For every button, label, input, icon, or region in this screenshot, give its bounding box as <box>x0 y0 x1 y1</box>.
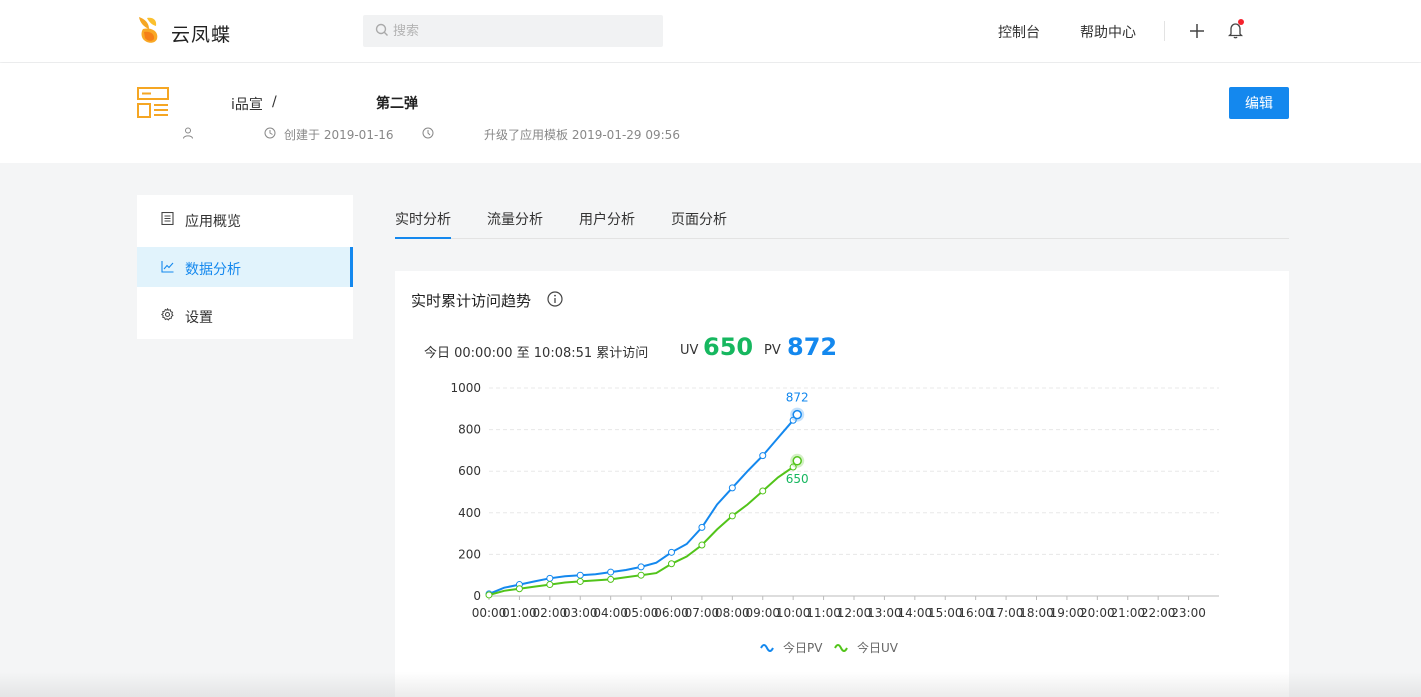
y-tick-label: 400 <box>458 506 481 520</box>
pv-end-label: 872 <box>786 391 809 405</box>
breadcrumb-separator: / <box>272 94 277 110</box>
x-tick-label: 20:00 <box>1080 606 1115 620</box>
x-tick-label: 15:00 <box>928 606 963 620</box>
x-tick-label: 12:00 <box>837 606 872 620</box>
data-point <box>759 452 767 460</box>
x-tick-label: 08:00 <box>715 606 750 620</box>
x-tick-label: 05:00 <box>624 606 659 620</box>
x-tick-label: 23:00 <box>1171 606 1206 620</box>
x-tick-label: 21:00 <box>1110 606 1145 620</box>
data-point <box>728 484 736 492</box>
data-point <box>637 563 645 571</box>
edit-button[interactable]: 编辑 <box>1229 87 1289 119</box>
data-point <box>792 456 802 466</box>
sidebar: 应用概览 数据分析 设置 <box>137 195 353 339</box>
analysis-tabs: 实时分析 流量分析 用户分析 页面分析 <box>395 195 1289 239</box>
plus-icon[interactable] <box>1189 23 1205 39</box>
x-tick-label: 14:00 <box>898 606 933 620</box>
x-tick-label: 04:00 <box>593 606 628 620</box>
history-icon <box>422 127 434 139</box>
data-point <box>576 571 584 579</box>
user-icon <box>183 127 193 139</box>
x-tick-label: 16:00 <box>958 606 993 620</box>
tab-pages[interactable]: 页面分析 <box>671 209 727 239</box>
data-point <box>485 591 493 599</box>
sidebar-item-settings[interactable]: 设置 <box>137 295 353 335</box>
search-input[interactable] <box>393 15 653 47</box>
brand-name: 云凤蝶 <box>171 24 232 46</box>
y-tick-label: 0 <box>473 589 481 603</box>
data-point <box>668 548 675 556</box>
y-tick-label: 1000 <box>450 381 481 395</box>
sidebar-item-data-analysis[interactable]: 数据分析 <box>137 247 353 287</box>
data-point <box>728 512 736 520</box>
top-bar: 云凤蝶 控制台 帮助中心 <box>0 0 1421 62</box>
tab-users[interactable]: 用户分析 <box>579 209 635 239</box>
sidebar-item-label: 设置 <box>185 310 213 326</box>
x-tick-label: 22:00 <box>1141 606 1176 620</box>
notification-dot <box>1238 19 1244 25</box>
x-tick-label: 17:00 <box>989 606 1024 620</box>
tab-realtime[interactable]: 实时分析 <box>395 209 451 239</box>
console-link[interactable]: 控制台 <box>998 22 1040 42</box>
y-tick-label: 600 <box>458 464 481 478</box>
x-tick-label: 19:00 <box>1050 606 1085 620</box>
overview-icon <box>161 212 174 225</box>
x-tick-label: 03:00 <box>563 606 598 620</box>
data-point <box>668 560 675 568</box>
uv-end-label: 650 <box>786 472 809 486</box>
clock-icon <box>264 127 276 139</box>
tab-traffic[interactable]: 流量分析 <box>487 209 543 239</box>
x-tick-label: 01:00 <box>502 606 537 620</box>
y-tick-label: 800 <box>458 423 481 437</box>
data-point <box>515 585 523 593</box>
x-tick-label: 06:00 <box>654 606 689 620</box>
upgrade-info: 升级了应用模板 2019-01-29 09:56 <box>484 128 680 142</box>
x-tick-label: 00:00 <box>472 606 507 620</box>
data-point <box>546 574 554 582</box>
search-icon <box>375 23 388 36</box>
trend-card: 实时累计访问趋势 今日 00:00:00 至 10:08:51 累计访问 UV … <box>395 271 1289 697</box>
sidebar-item-overview[interactable]: 应用概览 <box>137 199 353 239</box>
data-point <box>576 577 584 585</box>
data-point <box>792 409 802 420</box>
data-point <box>637 571 645 579</box>
sidebar-item-label: 应用概览 <box>185 214 241 230</box>
app-template-icon <box>137 87 169 118</box>
line-chart-icon <box>161 261 174 273</box>
data-point <box>546 581 554 589</box>
data-point <box>607 568 615 576</box>
x-tick-label: 10:00 <box>776 606 811 620</box>
x-tick-label: 11:00 <box>806 606 841 620</box>
legend-uv-icon <box>834 644 848 652</box>
x-tick-label: 13:00 <box>867 606 902 620</box>
data-point <box>698 523 706 531</box>
data-point <box>759 487 767 495</box>
search-box[interactable] <box>363 15 663 47</box>
trend-chart: 0 200 400 600 800 1000 00:0001:0002:0003:0004:… <box>450 381 1219 655</box>
y-tick-label: 200 <box>458 547 481 561</box>
logo-icon[interactable] <box>137 15 161 45</box>
sidebar-item-label: 数据分析 <box>185 262 241 278</box>
x-tick-label: 02:00 <box>533 606 568 620</box>
gear-icon <box>161 308 174 321</box>
x-tick-label: 07:00 <box>685 606 720 620</box>
data-point <box>607 575 615 583</box>
help-center-link[interactable]: 帮助中心 <box>1080 22 1136 42</box>
divider <box>1164 21 1165 41</box>
created-date: 创建于 2019-01-16 <box>284 128 394 142</box>
legend-label: 今日PV <box>783 640 823 655</box>
x-tick-label: 09:00 <box>745 606 780 620</box>
page-title: 第二弹 <box>376 96 418 112</box>
data-point <box>698 541 706 549</box>
x-tick-label: 18:00 <box>1019 606 1054 620</box>
legend-pv-icon <box>760 644 774 652</box>
breadcrumb-parent[interactable]: i品宣 <box>231 94 263 114</box>
app-header: i品宣 / 第二弹 创建于 2019-01-16 升级了应用模板 2019-01… <box>0 63 1421 163</box>
legend-label: 今日UV <box>857 640 899 655</box>
